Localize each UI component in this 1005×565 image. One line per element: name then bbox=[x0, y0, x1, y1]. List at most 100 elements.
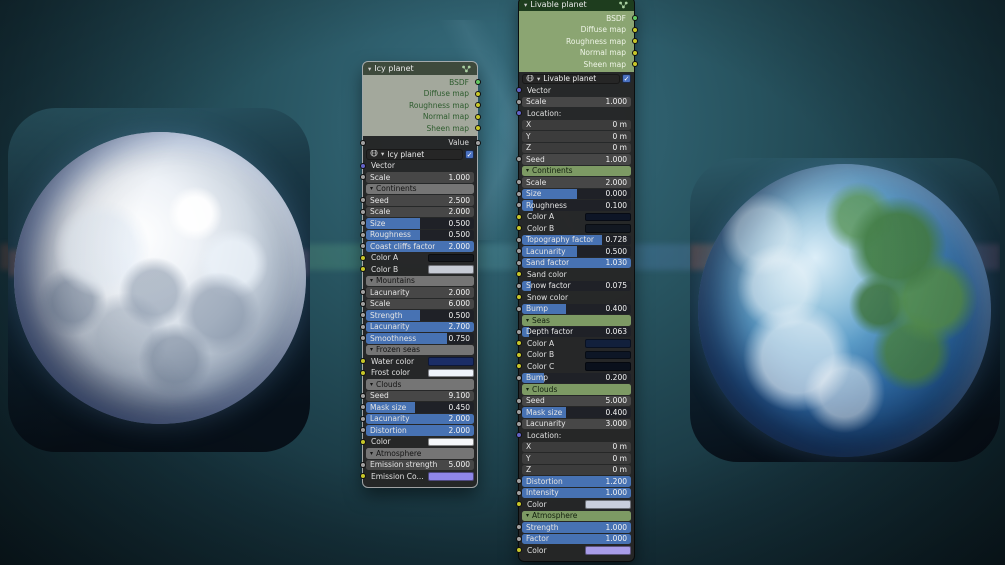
topography-factor-slider[interactable]: Topography factor0.728 bbox=[522, 235, 631, 246]
coast-cliffs-factor-slider[interactable]: Coast cliffs factor2.000 bbox=[366, 241, 474, 252]
color-b-swatch[interactable] bbox=[585, 224, 631, 233]
input-socket[interactable] bbox=[516, 352, 522, 358]
distortion-slider[interactable]: Distortion2.000 bbox=[366, 425, 474, 436]
seed-field[interactable]: Seed9.100 bbox=[366, 391, 474, 402]
input-socket[interactable] bbox=[516, 156, 522, 162]
section-frozen-seas[interactable]: ▾Frozen seas bbox=[366, 345, 474, 356]
input-socket[interactable] bbox=[516, 421, 522, 427]
output-socket[interactable] bbox=[475, 79, 481, 85]
node-group-selector[interactable]: ▾Livable planet bbox=[522, 74, 620, 85]
input-socket[interactable] bbox=[516, 237, 522, 243]
input-socket[interactable] bbox=[516, 329, 522, 335]
roughness-slider[interactable]: Roughness0.500 bbox=[366, 230, 474, 241]
color-swatch[interactable] bbox=[585, 546, 631, 555]
lacunarity-field[interactable]: Lacunarity2.000 bbox=[366, 287, 474, 298]
input-socket[interactable] bbox=[360, 312, 366, 318]
scale-field[interactable]: Scale2.000 bbox=[522, 177, 631, 188]
lacunarity-slider[interactable]: Lacunarity2.700 bbox=[366, 322, 474, 333]
input-socket[interactable] bbox=[360, 232, 366, 238]
input-socket[interactable] bbox=[360, 335, 366, 341]
water-color-swatch[interactable] bbox=[428, 357, 474, 366]
input-socket[interactable] bbox=[516, 214, 522, 220]
input-socket[interactable] bbox=[516, 294, 522, 300]
input-socket[interactable] bbox=[516, 202, 522, 208]
node-icy-planet[interactable]: ▾Icy planetBSDFDiffuse mapRoughness mapN… bbox=[363, 62, 477, 487]
color-a-swatch[interactable] bbox=[428, 254, 474, 263]
output-socket[interactable] bbox=[632, 50, 638, 56]
input-socket[interactable] bbox=[360, 404, 366, 410]
group-enabled-checkbox[interactable]: ✓ bbox=[622, 74, 631, 83]
input-socket[interactable] bbox=[516, 490, 522, 496]
scale-field[interactable]: Scale1.000 bbox=[366, 172, 474, 183]
seed-field[interactable]: Seed1.000 bbox=[522, 154, 631, 165]
size-slider[interactable]: Size0.000 bbox=[522, 189, 631, 200]
node-header[interactable]: ▾Icy planet bbox=[363, 62, 477, 75]
color-a-swatch[interactable] bbox=[585, 213, 631, 222]
input-socket[interactable] bbox=[360, 462, 366, 468]
section-continents[interactable]: ▾Continents bbox=[366, 184, 474, 195]
z-field[interactable]: Z0 m bbox=[522, 143, 631, 154]
color-c-swatch[interactable] bbox=[585, 362, 631, 371]
y-field[interactable]: Y0 m bbox=[522, 453, 631, 464]
output-socket[interactable] bbox=[475, 114, 481, 120]
lacunarity-field[interactable]: Lacunarity3.000 bbox=[522, 419, 631, 430]
x-field[interactable]: X0 m bbox=[522, 120, 631, 131]
seed-field[interactable]: Seed2.500 bbox=[366, 195, 474, 206]
x-field[interactable]: X0 m bbox=[522, 442, 631, 453]
lacunarity-slider[interactable]: Lacunarity0.500 bbox=[522, 246, 631, 257]
input-socket[interactable] bbox=[516, 478, 522, 484]
color-b-swatch[interactable] bbox=[585, 351, 631, 360]
distortion-slider[interactable]: Distortion1.200 bbox=[522, 476, 631, 487]
input-socket[interactable] bbox=[516, 99, 522, 105]
strength-slider[interactable]: Strength1.000 bbox=[522, 522, 631, 533]
scale-field[interactable]: Scale1.000 bbox=[522, 97, 631, 108]
color-swatch[interactable] bbox=[585, 500, 631, 509]
input-socket[interactable] bbox=[360, 163, 366, 169]
group-enabled-checkbox[interactable]: ✓ bbox=[465, 150, 474, 159]
node-group-selector[interactable]: ▾Icy planet bbox=[366, 149, 463, 160]
input-socket[interactable] bbox=[516, 547, 522, 553]
depth-factor-slider[interactable]: Depth factor0.063 bbox=[522, 327, 631, 338]
mask-size-slider[interactable]: Mask size0.400 bbox=[522, 407, 631, 418]
section-clouds[interactable]: ▾Clouds bbox=[366, 379, 474, 390]
input-socket[interactable] bbox=[360, 209, 366, 215]
output-socket[interactable] bbox=[632, 61, 638, 67]
node-livable-planet[interactable]: ▾Livable planetBSDFDiffuse mapRoughness … bbox=[519, 0, 634, 561]
size-slider[interactable]: Size0.500 bbox=[366, 218, 474, 229]
input-socket[interactable] bbox=[516, 409, 522, 415]
input-socket[interactable] bbox=[360, 473, 366, 479]
scale-field[interactable]: Scale2.000 bbox=[366, 207, 474, 218]
input-socket[interactable] bbox=[516, 340, 522, 346]
y-field[interactable]: Y0 m bbox=[522, 131, 631, 142]
output-socket[interactable] bbox=[475, 140, 481, 146]
input-socket[interactable] bbox=[360, 393, 366, 399]
input-socket[interactable] bbox=[360, 255, 366, 261]
output-socket[interactable] bbox=[475, 125, 481, 131]
output-socket[interactable] bbox=[475, 91, 481, 97]
section-mountains[interactable]: ▾Mountains bbox=[366, 276, 474, 287]
input-socket[interactable] bbox=[516, 432, 522, 438]
input-socket[interactable] bbox=[360, 140, 366, 146]
section-continents[interactable]: ▾Continents bbox=[522, 166, 631, 177]
color-swatch[interactable] bbox=[428, 438, 474, 447]
section-atmosphere[interactable]: ▾Atmosphere bbox=[522, 511, 631, 522]
collapse-chevron-icon[interactable]: ▾ bbox=[524, 1, 527, 9]
seed-field[interactable]: Seed5.000 bbox=[522, 396, 631, 407]
input-socket[interactable] bbox=[360, 301, 366, 307]
output-socket[interactable] bbox=[632, 15, 638, 21]
emission-strength-field[interactable]: Emission strength5.000 bbox=[366, 460, 474, 471]
scale-field[interactable]: Scale6.000 bbox=[366, 299, 474, 310]
section-seas[interactable]: ▾Seas bbox=[522, 315, 631, 326]
smoothness-slider[interactable]: Smoothness0.750 bbox=[366, 333, 474, 344]
input-socket[interactable] bbox=[516, 524, 522, 530]
lacunarity-slider[interactable]: Lacunarity2.000 bbox=[366, 414, 474, 425]
output-socket[interactable] bbox=[632, 38, 638, 44]
z-field[interactable]: Z0 m bbox=[522, 465, 631, 476]
input-socket[interactable] bbox=[360, 427, 366, 433]
input-socket[interactable] bbox=[516, 283, 522, 289]
input-socket[interactable] bbox=[516, 248, 522, 254]
input-socket[interactable] bbox=[360, 324, 366, 330]
sand-factor-slider[interactable]: Sand factor1.030 bbox=[522, 258, 631, 269]
emission-co-swatch[interactable] bbox=[428, 472, 474, 481]
input-socket[interactable] bbox=[516, 306, 522, 312]
